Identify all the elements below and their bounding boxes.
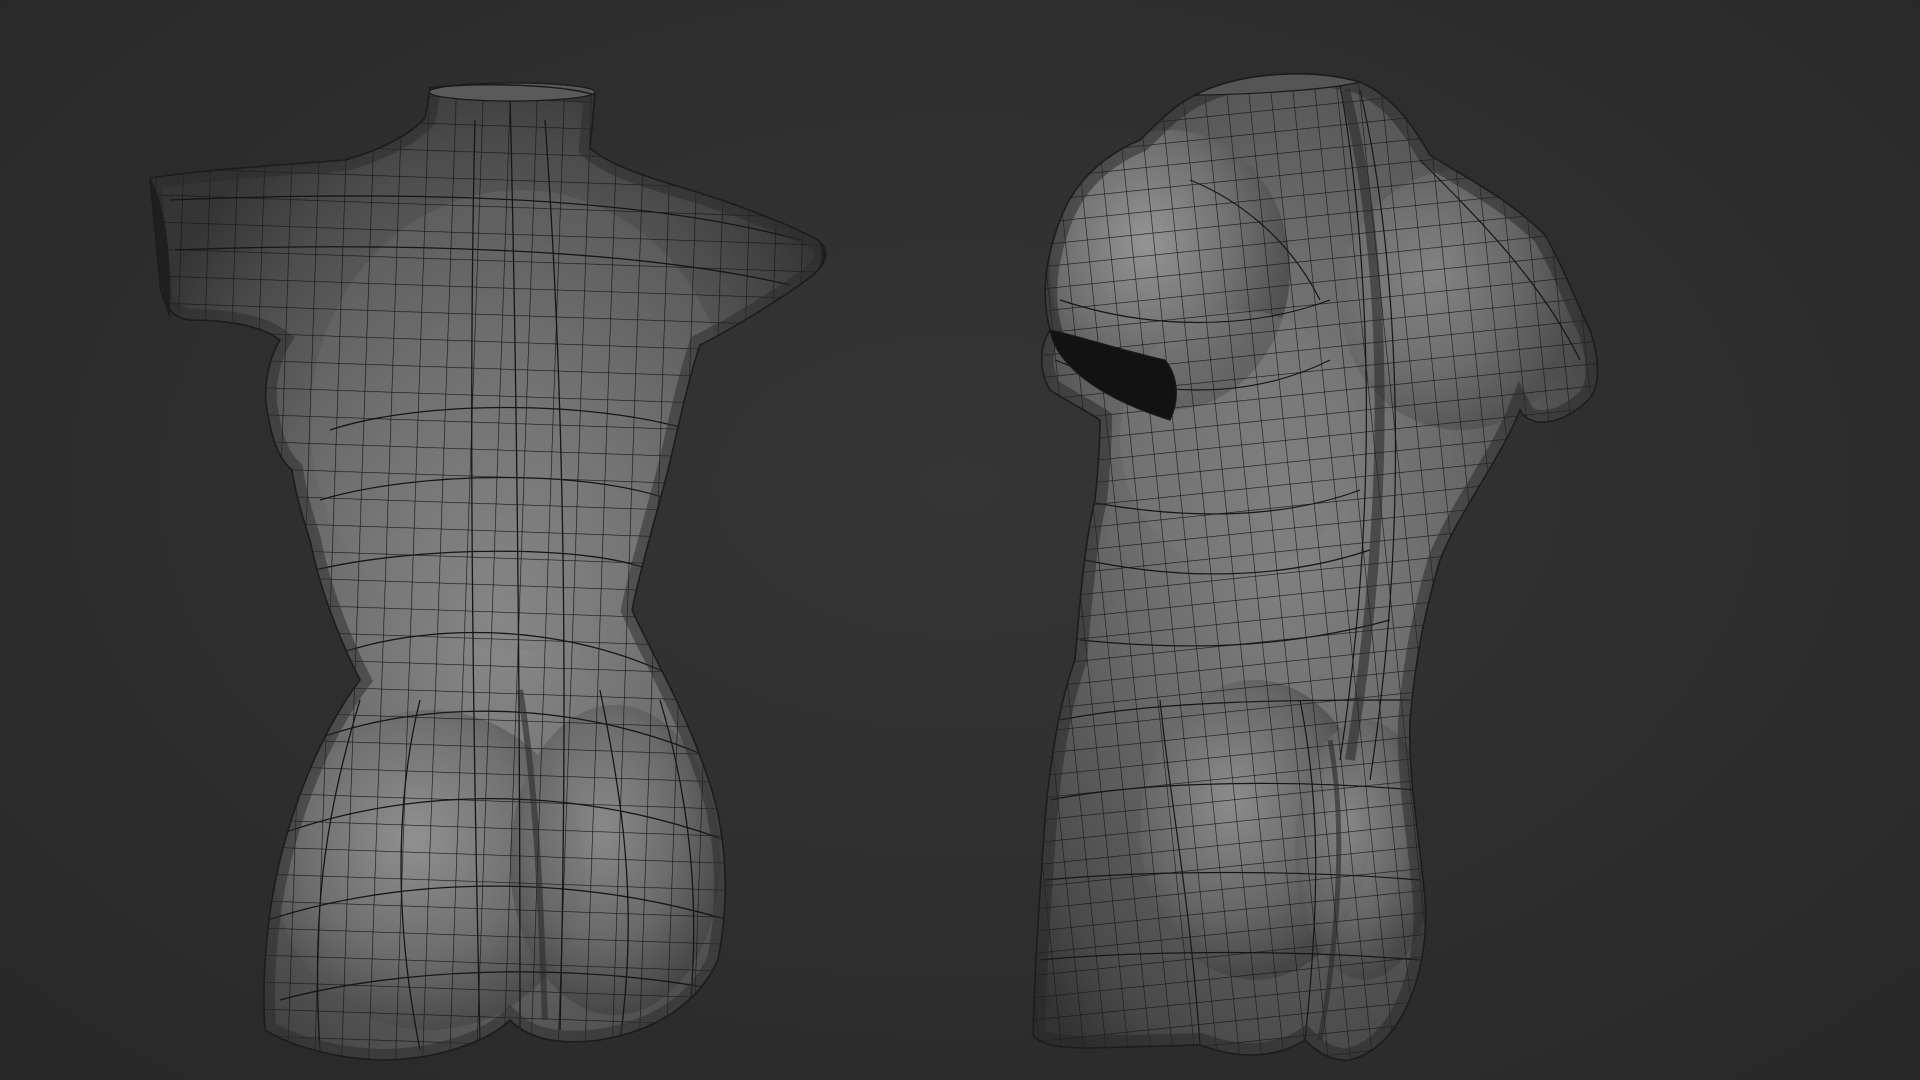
3d-viewport[interactable] xyxy=(0,0,1920,1080)
viewport-scene xyxy=(0,0,1920,1080)
female-torso-model[interactable] xyxy=(0,0,960,1080)
male-torso-model[interactable] xyxy=(960,0,1920,1080)
